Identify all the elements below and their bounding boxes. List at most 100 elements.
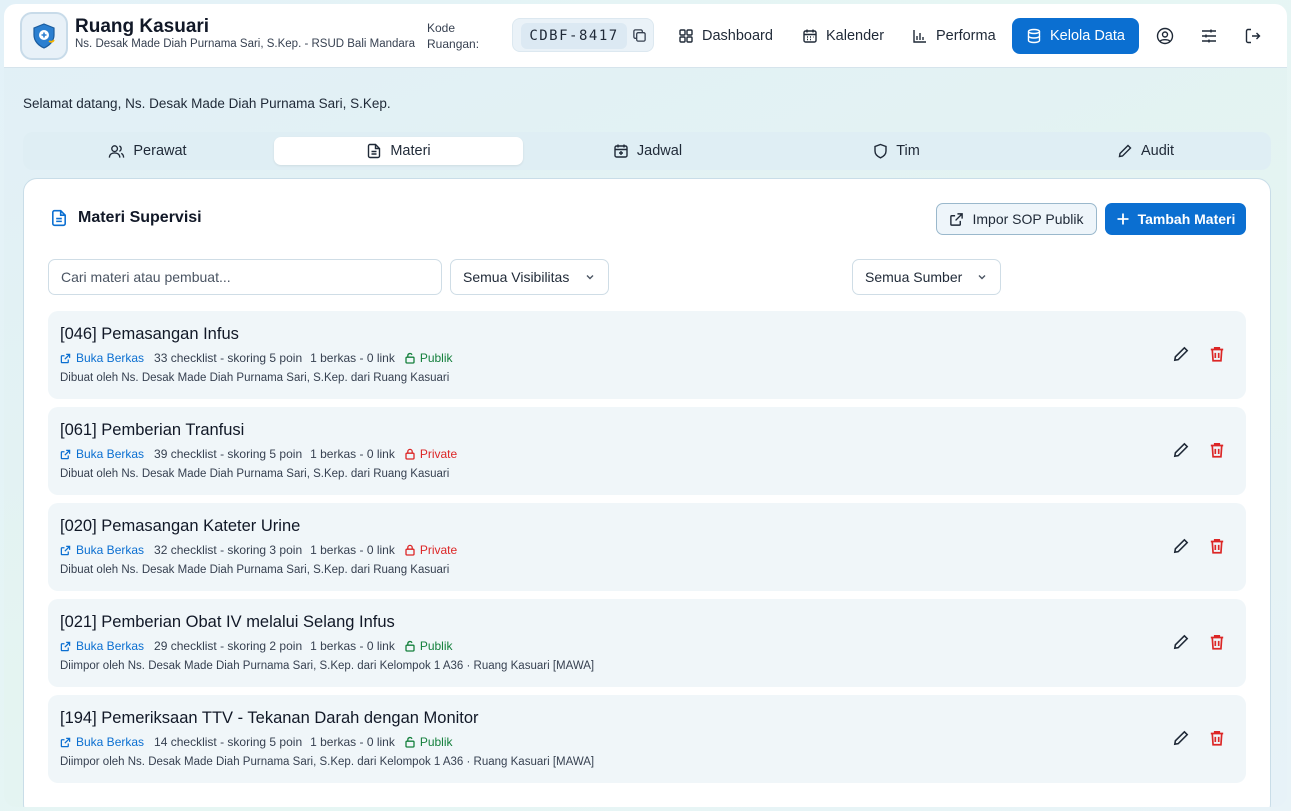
material-meta: Buka Berkas 14 checklist - skoring 5 poi…: [60, 735, 453, 749]
visibility-badge: Private: [404, 543, 457, 557]
nav-performa-label: Performa: [936, 28, 996, 44]
checklist-info: 39 checklist - skoring 5 poin: [154, 447, 303, 461]
checklist-info: 29 checklist - skoring 2 poin: [154, 639, 303, 653]
app-logo: [20, 12, 68, 60]
material-item: [061] Pemberian Tranfusi Buka Berkas 39 …: [48, 407, 1246, 495]
nav-kelola-data[interactable]: Kelola Data: [1012, 18, 1139, 54]
checklist-info: 14 checklist - skoring 5 poin: [154, 735, 303, 749]
pencil-icon: [1173, 442, 1189, 458]
nav-kalender[interactable]: Kalender: [794, 18, 892, 54]
material-title: [046] Pemasangan Infus: [60, 325, 239, 343]
tab-perawat-label: Perawat: [133, 143, 187, 159]
nav-performa[interactable]: Performa: [904, 18, 1004, 54]
files-info: 1 berkas - 0 link: [310, 351, 395, 365]
room-code-label: Kode Ruangan:: [427, 21, 480, 51]
delete-button[interactable]: [1208, 729, 1228, 749]
visibility-label: Publik: [419, 639, 453, 653]
document-icon: [368, 143, 381, 159]
open-file-label: Buka Berkas: [76, 447, 145, 461]
material-creator: Diimpor oleh Ns. Desak Made Diah Purnama…: [60, 660, 595, 672]
sliders-icon: [1202, 29, 1216, 43]
pencil-icon: [1173, 634, 1189, 650]
unlock-icon: [405, 736, 415, 748]
settings-button[interactable]: [1195, 22, 1223, 50]
material-title: [061] Pemberian Tranfusi: [60, 421, 245, 439]
trash-icon: [1210, 634, 1224, 650]
pencil-icon: [1173, 730, 1189, 746]
database-icon: [1027, 28, 1041, 44]
tab-tim[interactable]: Tim: [772, 137, 1021, 165]
pencil-icon: [1173, 346, 1189, 362]
open-file-link[interactable]: Buka Berkas: [60, 543, 144, 557]
plus-icon: [1117, 213, 1129, 225]
shield-stethoscope-icon: [33, 23, 55, 49]
visibility-badge: Publik: [404, 639, 453, 653]
shield-icon: [874, 143, 887, 159]
search-input[interactable]: [48, 259, 442, 295]
edit-button[interactable]: [1172, 345, 1192, 365]
top-header: Ruang Kasuari Ns. Desak Made Diah Purnam…: [4, 4, 1287, 68]
grid-icon: [679, 29, 693, 43]
import-sop-button[interactable]: Impor SOP Publik: [936, 203, 1097, 235]
edit-button[interactable]: [1172, 537, 1192, 557]
profile-button[interactable]: [1151, 22, 1179, 50]
edit-button[interactable]: [1172, 633, 1192, 653]
files-info: 1 berkas - 0 link: [310, 543, 395, 557]
chevron-down-icon: [586, 275, 594, 280]
trash-icon: [1210, 346, 1224, 362]
material-meta: Buka Berkas 39 checklist - skoring 5 poi…: [60, 447, 457, 461]
files-info: 1 berkas - 0 link: [310, 639, 395, 653]
document-icon: [52, 209, 66, 227]
nav-dashboard[interactable]: Dashboard: [670, 18, 781, 54]
external-link-icon: [950, 212, 964, 226]
open-file-link[interactable]: Buka Berkas: [60, 351, 144, 365]
import-sop-label: Impor SOP Publik: [972, 211, 1084, 227]
open-file-label: Buka Berkas: [76, 543, 145, 557]
lock-icon: [405, 448, 415, 460]
visibility-filter-select[interactable]: Semua Visibilitas: [450, 259, 609, 295]
delete-button[interactable]: [1208, 345, 1228, 365]
pencil-icon: [1173, 538, 1189, 554]
edit-button[interactable]: [1172, 729, 1192, 749]
source-filter-select[interactable]: Semua Sumber: [852, 259, 1001, 295]
tab-jadwal-label: Jadwal: [636, 143, 683, 159]
open-file-link[interactable]: Buka Berkas: [60, 639, 144, 653]
open-file-link[interactable]: Buka Berkas: [60, 735, 144, 749]
external-link-icon: [60, 449, 71, 459]
delete-button[interactable]: [1208, 633, 1228, 653]
source-filter-value: Semua Sumber: [865, 269, 963, 285]
logout-icon: [1245, 28, 1261, 44]
logout-button[interactable]: [1239, 22, 1267, 50]
files-info: 1 berkas - 0 link: [310, 447, 395, 461]
open-file-link[interactable]: Buka Berkas: [60, 447, 144, 461]
material-meta: Buka Berkas 33 checklist - skoring 5 poi…: [60, 351, 453, 365]
material-item: [046] Pemasangan Infus Buka Berkas 33 ch…: [48, 311, 1246, 399]
material-creator: Diimpor oleh Ns. Desak Made Diah Purnama…: [60, 756, 595, 768]
material-creator: Dibuat oleh Ns. Desak Made Diah Purnama …: [60, 564, 450, 576]
calendar-icon: [803, 29, 817, 43]
user-hospital-subtitle: Ns. Desak Made Diah Purnama Sari, S.Kep.…: [75, 38, 416, 50]
tab-audit-label: Audit: [1140, 143, 1175, 159]
copy-icon[interactable]: [632, 28, 647, 48]
tab-materi[interactable]: Materi: [274, 137, 523, 165]
nav-kelola-data-label: Kelola Data: [1050, 28, 1125, 44]
tab-perawat[interactable]: Perawat: [23, 137, 272, 165]
external-link-icon: [60, 641, 71, 651]
material-creator: Dibuat oleh Ns. Desak Made Diah Purnama …: [60, 468, 450, 480]
trash-icon: [1210, 538, 1224, 554]
material-creator: Dibuat oleh Ns. Desak Made Diah Purnama …: [60, 372, 450, 384]
delete-button[interactable]: [1208, 441, 1228, 461]
users-icon: [109, 144, 125, 158]
add-material-button[interactable]: Tambah Materi: [1105, 203, 1246, 235]
room-code-value: CDBF-8417: [521, 23, 627, 49]
material-title: [021] Pemberian Obat IV melalui Selang I…: [60, 613, 395, 631]
edit-button[interactable]: [1172, 441, 1192, 461]
open-file-label: Buka Berkas: [76, 735, 145, 749]
tab-bar: Perawat Materi Jadwal Tim Audit: [23, 132, 1271, 170]
delete-button[interactable]: [1208, 537, 1228, 557]
materials-card: Materi Supervisi Impor SOP Publik Tambah…: [23, 178, 1271, 807]
pencil-icon: [1118, 144, 1132, 158]
tab-audit[interactable]: Audit: [1021, 137, 1270, 165]
tab-jadwal[interactable]: Jadwal: [523, 137, 772, 165]
visibility-filter-value: Semua Visibilitas: [463, 269, 570, 285]
